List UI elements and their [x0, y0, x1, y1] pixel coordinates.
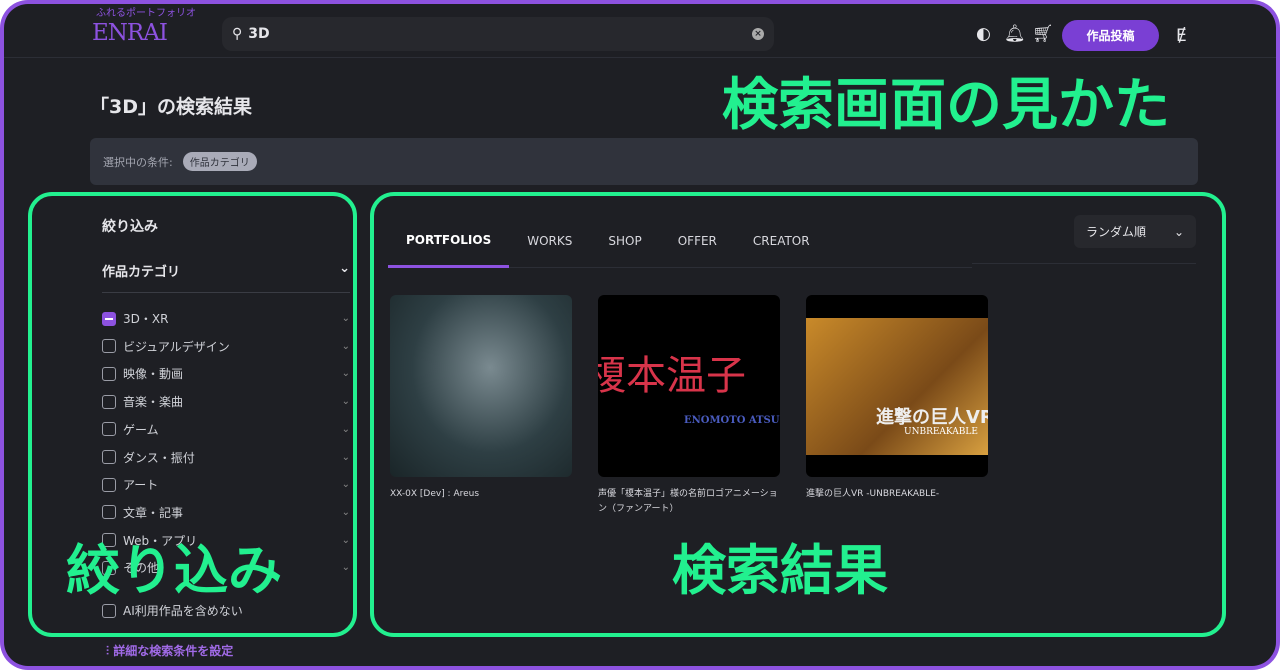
annotation-results: 検索結果 [672, 539, 888, 602]
logo[interactable]: ENRAI [92, 20, 168, 46]
search-value: 3D [248, 26, 270, 42]
search-icon: ⚲ [232, 26, 243, 42]
page-title: 「3D」の検索結果 [90, 96, 252, 118]
post-work-button[interactable]: 作品投稿 [1062, 20, 1159, 51]
tagline: ふれるポートフォリオ [96, 8, 196, 19]
search-input[interactable]: ⚲ 3D × [222, 17, 774, 51]
advanced-search-link[interactable]: ⫶ 詳細な検索条件を設定 [106, 642, 233, 659]
annotation-filter: 絞り込み [66, 539, 282, 602]
clear-icon[interactable]: × [752, 28, 764, 40]
cart-icon[interactable]: 🛒︎ [1032, 24, 1054, 44]
advanced-search-label: 詳細な検索条件を設定 [113, 644, 234, 658]
condition-chip[interactable]: 作品カテゴリ [182, 152, 257, 171]
user-menu[interactable]: Ɇ [1176, 26, 1187, 46]
shield-icon[interactable]: ◐ [976, 24, 991, 44]
conditions-label: 選択中の条件: [103, 155, 173, 169]
selected-conditions: 選択中の条件: 作品カテゴリ [90, 138, 1198, 185]
bell-icon[interactable]: 🔔︎ [1004, 24, 1026, 44]
app-screen: ふれるポートフォリオ ENRAI ⚲ 3D × ◐ 🔔︎ 🛒︎ 作品投稿 Ɇ 「… [4, 4, 1276, 666]
annotation-title: 検索画面の見かた [722, 73, 1170, 138]
